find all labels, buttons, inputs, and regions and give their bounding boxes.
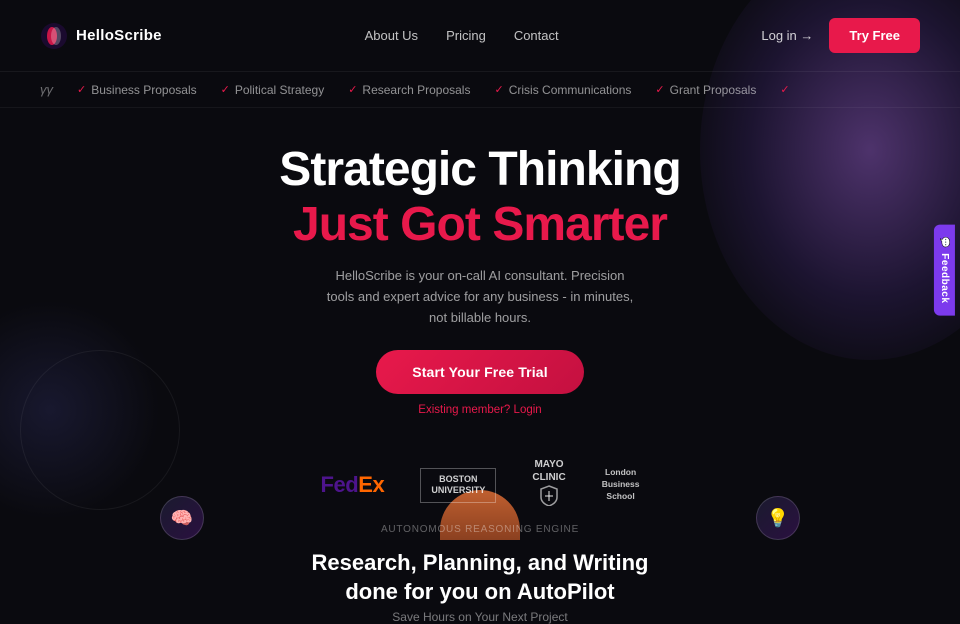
nav-contact[interactable]: Contact bbox=[514, 28, 559, 43]
ticker-item-2: ✓ Political Strategy bbox=[221, 83, 325, 97]
login-button[interactable]: Log in → bbox=[761, 28, 813, 43]
hero-title-line1: Strategic Thinking bbox=[279, 144, 680, 197]
bottom-section: Research, Planning, and Writing done for… bbox=[0, 549, 960, 624]
ticker-prefix: γγ bbox=[40, 82, 53, 97]
existing-member-text: Existing member? Login bbox=[418, 404, 541, 416]
hero-subtitle: HelloScribe is your on-call AI consultan… bbox=[320, 266, 640, 328]
cta-button[interactable]: Start Your Free Trial bbox=[376, 350, 583, 394]
navbar: HelloScribe About Us Pricing Contact Log… bbox=[0, 0, 960, 72]
ticker-item-1: ✓ Business Proposals bbox=[77, 83, 197, 97]
nav-links: About Us Pricing Contact bbox=[365, 28, 559, 43]
ticker-item-3: ✓ Research Proposals bbox=[348, 83, 470, 97]
ticker-bar: γγ ✓ Business Proposals ✓ Political Stra… bbox=[0, 72, 960, 108]
check-icon-2: ✓ bbox=[221, 83, 230, 96]
login-link[interactable]: Login bbox=[514, 404, 542, 416]
check-icon-6: ✓ bbox=[780, 83, 789, 96]
nav-about[interactable]: About Us bbox=[365, 28, 418, 43]
try-free-button[interactable]: Try Free bbox=[829, 18, 920, 53]
ticker-inner: γγ ✓ Business Proposals ✓ Political Stra… bbox=[40, 82, 920, 97]
ticker-item-5: ✓ Grant Proposals bbox=[655, 83, 756, 97]
nav-pricing[interactable]: Pricing bbox=[446, 28, 486, 43]
check-icon-3: ✓ bbox=[348, 83, 357, 96]
ticker-item-6: ✓ bbox=[780, 83, 789, 96]
bottom-icon-left: 🧠 bbox=[160, 496, 204, 540]
feedback-tab[interactable]: 💬 Feedback bbox=[934, 225, 955, 316]
bottom-heading: Research, Planning, and Writing done for… bbox=[40, 549, 920, 606]
bottom-icons: 🧠 💡 bbox=[0, 496, 960, 540]
hero-title-line2: Just Got Smarter bbox=[293, 197, 667, 252]
logo-fedex: FedEx bbox=[321, 472, 385, 498]
logo-text: HelloScribe bbox=[76, 27, 162, 44]
nav-actions: Log in → Try Free bbox=[761, 18, 920, 53]
check-icon-4: ✓ bbox=[494, 83, 503, 96]
bottom-subtitle: Save Hours on Your Next Project bbox=[40, 610, 920, 624]
check-icon-5: ✓ bbox=[655, 83, 664, 96]
bottom-icon-right: 💡 bbox=[756, 496, 800, 540]
logo-area[interactable]: HelloScribe bbox=[40, 22, 162, 50]
check-icon-1: ✓ bbox=[77, 83, 86, 96]
hero-section: Strategic Thinking Just Got Smarter Hell… bbox=[0, 108, 960, 436]
logo-icon bbox=[40, 22, 68, 50]
ticker-item-4: ✓ Crisis Communications bbox=[494, 83, 631, 97]
